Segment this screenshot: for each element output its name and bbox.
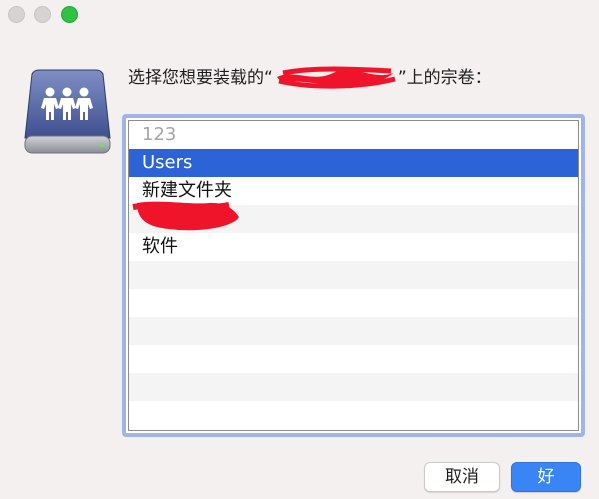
zoom-window-button[interactable]: [61, 6, 78, 23]
list-item[interactable]: Users: [129, 149, 578, 177]
empty-row: [129, 261, 578, 289]
list-item-label: Users: [142, 152, 193, 173]
prompt-text-before: 选择您想要装载的“: [128, 68, 273, 88]
redacted-server-name: [273, 66, 398, 89]
shared-server-drive-icon: [24, 68, 111, 156]
volume-list-frame: 123 Users 新建文件夹 软件: [122, 114, 585, 437]
minimize-window-button[interactable]: [34, 6, 51, 23]
redaction-scribble: [132, 201, 239, 231]
volume-list[interactable]: 123 Users 新建文件夹 软件: [128, 120, 579, 431]
prompt-text: 选择您想要装载的“ ”上的宗卷：: [128, 63, 492, 89]
prompt-text-after: ”上的宗卷：: [397, 68, 492, 88]
empty-row: [129, 345, 578, 373]
list-item[interactable]: [129, 201, 578, 233]
list-item[interactable]: 软件: [129, 233, 578, 261]
list-item-label: 123: [142, 124, 177, 145]
ok-button[interactable]: 好: [511, 462, 581, 492]
list-item-label: 软件: [142, 236, 178, 257]
title-bar: [0, 0, 599, 34]
close-window-button[interactable]: [8, 6, 25, 23]
empty-row: [129, 317, 578, 345]
empty-row: [129, 401, 578, 429]
cancel-button[interactable]: 取消: [424, 462, 500, 492]
empty-row: [129, 289, 578, 317]
empty-row: [129, 373, 578, 401]
list-item: 123: [129, 121, 578, 149]
mount-volume-dialog: 选择您想要装载的“ ”上的宗卷： 123 Users 新建文件夹 软件 取消 好: [0, 0, 599, 499]
